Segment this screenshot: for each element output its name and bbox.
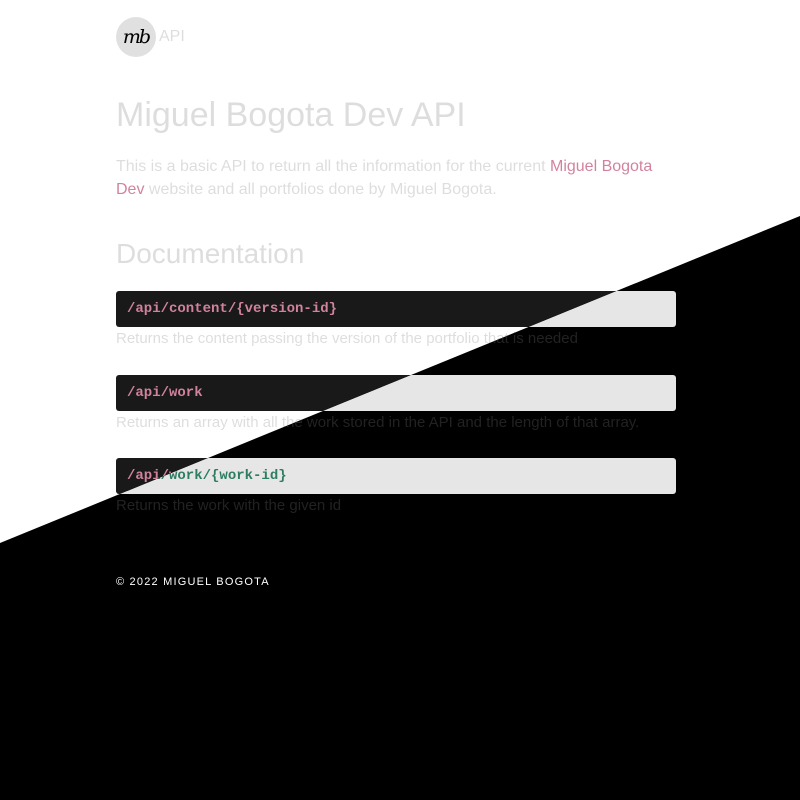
intro-paragraph: This is a basic API to return all the in… bbox=[116, 155, 676, 201]
endpoint-content: /api/content/{version-id} Returns the co… bbox=[116, 291, 676, 349]
intro-text-after: website and all portfolios done by Migue… bbox=[144, 181, 497, 198]
page-title: Miguel Bogota Dev API bbox=[116, 96, 466, 134]
documentation-heading: Documentation bbox=[116, 238, 305, 269]
copyright-footer: © 2022 MIGUEL BOGOTA bbox=[116, 576, 270, 588]
endpoint-description: Returns the work with the given id bbox=[116, 497, 342, 514]
mb-logo-icon[interactable]: mb bbox=[116, 17, 156, 57]
endpoint-work: /api/work Returns an array with all the … bbox=[116, 375, 676, 433]
site-header: mb API bbox=[116, 17, 185, 57]
endpoint-path: /api/work bbox=[116, 375, 676, 411]
endpoint-path: /api/work/{work-id} bbox=[116, 458, 676, 494]
api-label: API bbox=[159, 28, 185, 45]
endpoint-description: Returns the content passing the version … bbox=[116, 330, 578, 347]
endpoint-work-id: /api/work/{work-id} Returns the work wit… bbox=[116, 458, 676, 516]
endpoint-path: /api/content/{version-id} bbox=[116, 291, 676, 327]
endpoint-description: Returns an array with all the work store… bbox=[116, 414, 640, 431]
intro-text-before: This is a basic API to return all the in… bbox=[116, 158, 550, 175]
page: mb API Miguel Bogota Dev API This is a b… bbox=[0, 0, 800, 800]
logo-text: mb bbox=[122, 26, 151, 48]
